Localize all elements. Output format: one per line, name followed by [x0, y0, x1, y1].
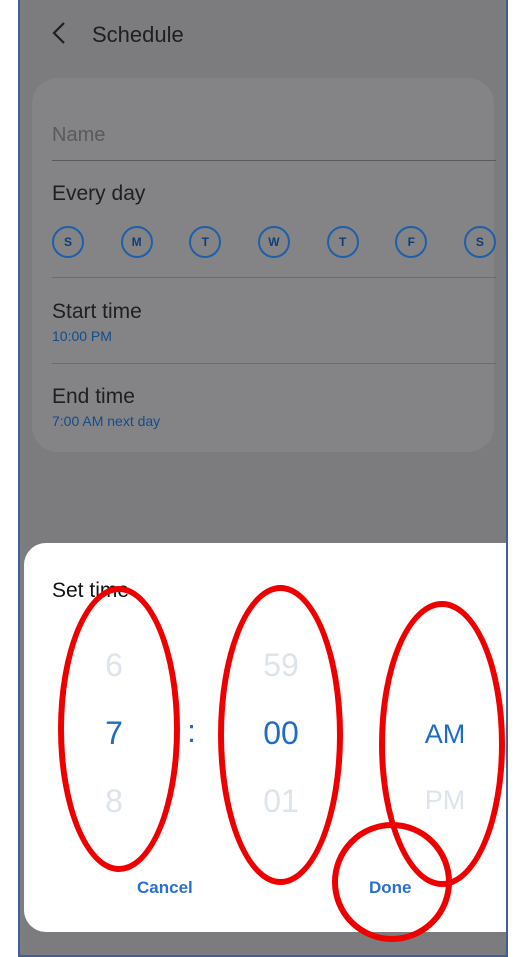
- app-header: Schedule: [20, 0, 506, 72]
- back-icon[interactable]: [50, 20, 78, 50]
- name-field[interactable]: [52, 124, 496, 161]
- start-time-value: 10:00 PM: [52, 328, 112, 344]
- day-toggle-monday[interactable]: M: [120, 226, 153, 258]
- repeat-label: Every day: [52, 182, 146, 205]
- day-toggle-friday[interactable]: F: [395, 226, 428, 258]
- start-time-label: Start time: [52, 300, 142, 323]
- day-toggle-sunday[interactable]: S: [52, 226, 84, 258]
- day-toggle-thursday[interactable]: T: [326, 226, 359, 258]
- end-time-value: 7:00 AM next day: [52, 413, 161, 429]
- cancel-button[interactable]: Cancel: [137, 878, 193, 898]
- day-selector: S M T W T F S: [52, 226, 496, 266]
- page-title: Schedule: [92, 22, 184, 47]
- name-input[interactable]: [52, 124, 496, 147]
- schedule-card: Every day S M T W T F S Start time 10:00…: [32, 78, 496, 452]
- day-toggle-saturday[interactable]: S: [463, 226, 496, 258]
- day-toggle-tuesday[interactable]: T: [189, 226, 222, 258]
- app-frame: Schedule Every day S M T W T F S Start t…: [18, 0, 508, 957]
- divider: [52, 277, 496, 278]
- day-toggle-wednesday[interactable]: W: [257, 226, 290, 258]
- annotation-circle-hour: [58, 586, 180, 872]
- end-time-label: End time: [52, 385, 135, 408]
- divider: [52, 363, 496, 364]
- time-separator: :: [187, 713, 196, 749]
- annotation-circle-done: [332, 822, 452, 942]
- annotation-circle-minute: [218, 585, 343, 885]
